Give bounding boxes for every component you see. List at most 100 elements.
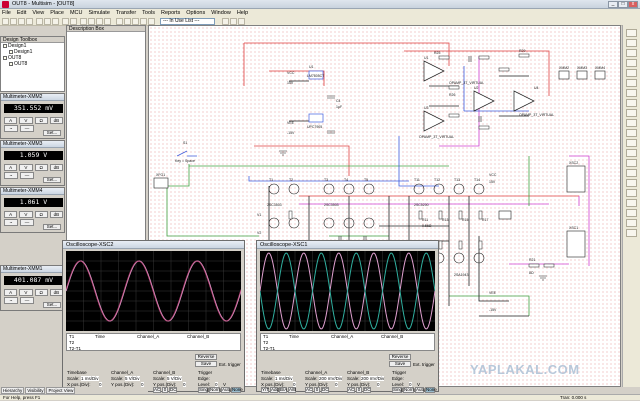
cha-scale-value[interactable]: 200 mV/Div [319,376,343,381]
stop-icon[interactable] [238,18,245,25]
minimize-button[interactable]: _ [608,1,618,8]
menu-help[interactable]: Help [237,9,248,17]
cha-ypos-value[interactable]: 0 [335,382,338,387]
dc-button[interactable]: — [20,297,34,304]
reverse-button[interactable]: Reverse [195,354,217,360]
tab-visibility[interactable]: Visibility [25,387,46,394]
normal-button[interactable]: Normal [403,387,419,393]
yt-button[interactable]: Y/T [261,387,269,393]
measurement-probe-icon[interactable] [626,209,637,217]
mode-ohm-button[interactable]: Ω [34,211,48,218]
timebase-scale-value[interactable]: 1 ms/Div [81,376,99,381]
pause-icon[interactable] [230,18,237,25]
zoom-out-icon[interactable] [88,18,95,25]
menu-mcu[interactable]: MCU [70,9,83,17]
network-analyzer-icon[interactable] [626,159,637,167]
auto-button[interactable]: Auto [221,387,231,393]
mode-a-button[interactable]: A [4,211,18,218]
ac-button[interactable]: ~ [4,125,18,132]
wattmeter-tool-icon[interactable] [626,49,637,57]
menu-file[interactable]: File [2,9,11,17]
menu-edit[interactable]: Edit [17,9,26,17]
normal-button[interactable]: Normal [209,387,225,393]
cha-zero-button[interactable]: 0 [314,387,320,393]
chb-dc-button[interactable]: DC [363,387,371,393]
menu-tools[interactable]: Tools [142,9,155,17]
tektronix-scope-icon[interactable] [626,199,637,207]
agilent-multimeter-icon[interactable] [626,179,637,187]
dc-button[interactable]: — [20,125,34,132]
ba-button[interactable]: B/A [279,387,287,393]
chb-scale-value[interactable]: 5 V/Div [167,376,182,381]
logic-analyzer-icon[interactable] [626,109,637,117]
function-generator-tool-icon[interactable] [626,39,637,47]
chb-scale-value[interactable]: 200 mV/Div [361,376,385,381]
menu-transfer[interactable]: Transfer [116,9,136,17]
close-button[interactable]: x [628,1,638,8]
source-icon[interactable] [116,18,123,25]
frequency-counter-icon[interactable] [626,89,637,97]
chb-zero-button[interactable]: 0 [162,387,168,393]
single-button[interactable]: Single [392,387,406,393]
labview-icon[interactable] [626,219,637,227]
current-probe-icon[interactable] [626,229,637,237]
logic-converter-icon[interactable] [626,119,637,127]
chb-ac-button[interactable]: AC [347,387,355,393]
mode-v-button[interactable]: V [19,164,33,171]
oscilloscope-tool-icon[interactable] [626,59,637,67]
ac-button[interactable]: ~ [4,219,18,226]
mode-ohm-button[interactable]: Ω [34,117,48,124]
cha-ac-button[interactable]: AC [305,387,313,393]
word-generator-icon[interactable] [626,99,637,107]
menu-simulate[interactable]: Simulate [88,9,109,17]
chb-dc-button[interactable]: DC [169,387,177,393]
menu-options[interactable]: Options [186,9,205,17]
analog-icon[interactable] [148,18,155,25]
tree-item-out8-sheet[interactable]: OUT8 [1,61,64,67]
basic-icon[interactable] [124,18,131,25]
set-button[interactable]: Set... [43,302,61,308]
distortion-analyzer-icon[interactable] [626,139,637,147]
mode-db-button[interactable]: dB [49,289,63,296]
new-icon[interactable] [2,18,9,25]
menu-place[interactable]: Place [50,9,64,17]
maximize-button[interactable]: □ [618,1,628,8]
cha-dc-button[interactable]: DC [321,387,329,393]
agilent-generator-icon[interactable] [626,169,637,177]
four-channel-scope-icon[interactable] [626,69,637,77]
open-icon[interactable] [10,18,17,25]
none-button[interactable]: None [425,387,437,393]
iv-analyzer-icon[interactable] [626,129,637,137]
transistor-icon[interactable] [140,18,147,25]
run-icon[interactable] [222,18,229,25]
mode-v-button[interactable]: V [19,211,33,218]
tab-hierarchy[interactable]: Hierarchy [1,387,25,394]
single-button[interactable]: Single [198,387,212,393]
cut-icon[interactable] [36,18,43,25]
none-button[interactable]: None [231,387,243,393]
mode-ohm-button[interactable]: Ω [34,164,48,171]
save-icon[interactable] [18,18,25,25]
multimeter-tool-icon[interactable] [626,29,637,37]
mode-db-button[interactable]: dB [49,117,63,124]
set-button[interactable]: Set... [43,224,61,230]
menu-view[interactable]: View [32,9,44,17]
save-button[interactable]: Save [389,361,411,367]
ac-button[interactable]: ~ [4,297,18,304]
mode-a-button[interactable]: A [4,289,18,296]
chb-ypos-value[interactable]: 0 [183,382,186,387]
chb-zero-button[interactable]: 0 [356,387,362,393]
mode-v-button[interactable]: V [19,117,33,124]
cha-scale-value[interactable]: 5 V/Div [125,376,140,381]
menu-reports[interactable]: Reports [161,9,180,17]
mode-db-button[interactable]: dB [49,164,63,171]
in-use-list-combo[interactable]: --- In Use List --- [160,18,215,25]
print-icon[interactable] [26,18,33,25]
dc-button[interactable]: — [20,219,34,226]
tab-project-view[interactable]: Project View [46,387,76,394]
ac-button[interactable]: ~ [4,172,18,179]
mode-a-button[interactable]: A [4,117,18,124]
add-button[interactable]: Add [270,387,279,393]
auto-button[interactable]: Auto [415,387,425,393]
agilent-scope-icon[interactable] [626,189,637,197]
